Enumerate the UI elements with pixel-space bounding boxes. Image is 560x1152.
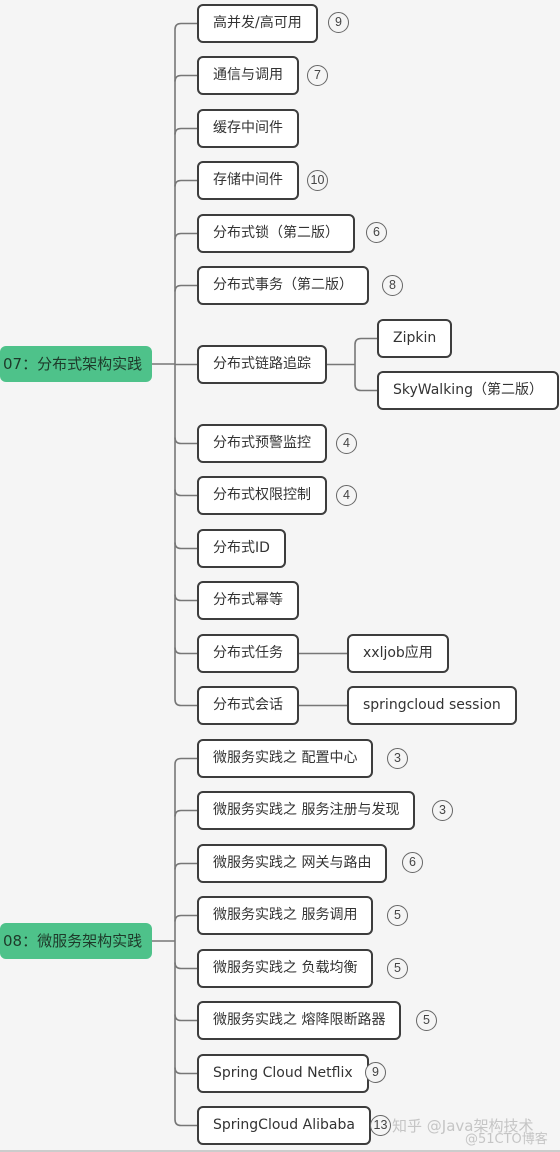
watermark-51cto: @51CTO博客 xyxy=(465,1132,548,1147)
node-distributed-lock[interactable]: 分布式锁（第二版） xyxy=(197,214,355,253)
connector-line xyxy=(174,22,197,30)
node-gateway-routing[interactable]: 微服务实践之 网关与路由 xyxy=(197,844,388,883)
node-distributed-transaction[interactable]: 分布式事务（第二版） xyxy=(197,266,369,305)
node-load-balancing[interactable]: 微服务实践之 负载均衡 xyxy=(197,949,374,988)
connector-line xyxy=(174,284,197,292)
connector-line xyxy=(174,1067,197,1075)
connector-line xyxy=(174,757,197,765)
connector-line xyxy=(354,384,377,392)
node-springcloud-session[interactable]: springcloud session xyxy=(347,686,517,725)
node-distributed-task[interactable]: 分布式任务 xyxy=(197,634,299,673)
connector-line xyxy=(174,542,197,550)
connector-line xyxy=(174,647,197,655)
node-communication[interactable]: 通信与调用 xyxy=(197,56,299,95)
connector-line xyxy=(174,962,197,970)
connector-line xyxy=(174,127,197,135)
count-badge: 5 xyxy=(387,905,408,926)
node-high-concurrency[interactable]: 高并发/高可用 xyxy=(197,4,318,43)
connector-line xyxy=(174,862,197,870)
count-badge: 8 xyxy=(382,275,403,296)
count-badge: 5 xyxy=(416,1010,437,1031)
count-badge: 6 xyxy=(402,852,423,873)
node-distributed-tracing[interactable]: 分布式链路追踪 xyxy=(197,345,327,384)
connector-line xyxy=(174,914,197,922)
connector-line xyxy=(174,437,197,445)
connector-line xyxy=(174,809,197,817)
count-badge: 13 xyxy=(370,1115,391,1136)
count-badge: 4 xyxy=(336,433,357,454)
node-zipkin[interactable]: Zipkin xyxy=(377,319,453,358)
connector-line xyxy=(174,1119,197,1127)
node-distributed-session[interactable]: 分布式会话 xyxy=(197,686,299,725)
count-badge: 6 xyxy=(366,222,387,243)
root-node-distributed[interactable]: 07：分布式架构实践 xyxy=(0,346,153,382)
connector-line xyxy=(354,337,377,345)
node-distributed-id[interactable]: 分布式ID xyxy=(197,529,286,568)
count-badge: 10 xyxy=(307,170,328,191)
connector-line xyxy=(174,232,197,240)
node-distributed-permission[interactable]: 分布式权限控制 xyxy=(197,476,327,515)
count-badge: 3 xyxy=(432,800,453,821)
connector-line xyxy=(174,179,197,187)
count-badge: 9 xyxy=(328,12,349,33)
count-badge: 4 xyxy=(336,485,357,506)
root-node-microservice[interactable]: 08：微服务架构实践 xyxy=(0,923,153,959)
node-springcloud-alibaba[interactable]: SpringCloud Alibaba xyxy=(197,1106,371,1145)
node-spring-cloud-netflix[interactable]: Spring Cloud Netflix xyxy=(197,1054,369,1093)
connector-line xyxy=(174,594,197,602)
node-distributed-monitoring[interactable]: 分布式预警监控 xyxy=(197,424,327,463)
connector-line xyxy=(174,1014,197,1022)
node-xxljob[interactable]: xxljob应用 xyxy=(347,634,449,673)
node-skywalking[interactable]: SkyWalking（第二版） xyxy=(377,371,559,410)
node-cache-middleware[interactable]: 缓存中间件 xyxy=(197,109,299,148)
connector-line xyxy=(174,489,197,497)
count-badge: 3 xyxy=(387,748,408,769)
node-service-registry[interactable]: 微服务实践之 服务注册与发现 xyxy=(197,791,416,830)
count-badge: 9 xyxy=(365,1062,386,1083)
node-config-center[interactable]: 微服务实践之 配置中心 xyxy=(197,739,374,778)
count-badge: 7 xyxy=(307,65,328,86)
connector-line xyxy=(174,699,197,707)
count-badge: 5 xyxy=(387,958,408,979)
node-service-invocation[interactable]: 微服务实践之 服务调用 xyxy=(197,896,374,935)
node-distributed-idempotence[interactable]: 分布式幂等 xyxy=(197,581,299,620)
connector-line xyxy=(174,74,197,82)
node-circuit-breaker[interactable]: 微服务实践之 熔降限断路器 xyxy=(197,1001,402,1040)
node-storage-middleware[interactable]: 存储中间件 xyxy=(197,161,299,200)
